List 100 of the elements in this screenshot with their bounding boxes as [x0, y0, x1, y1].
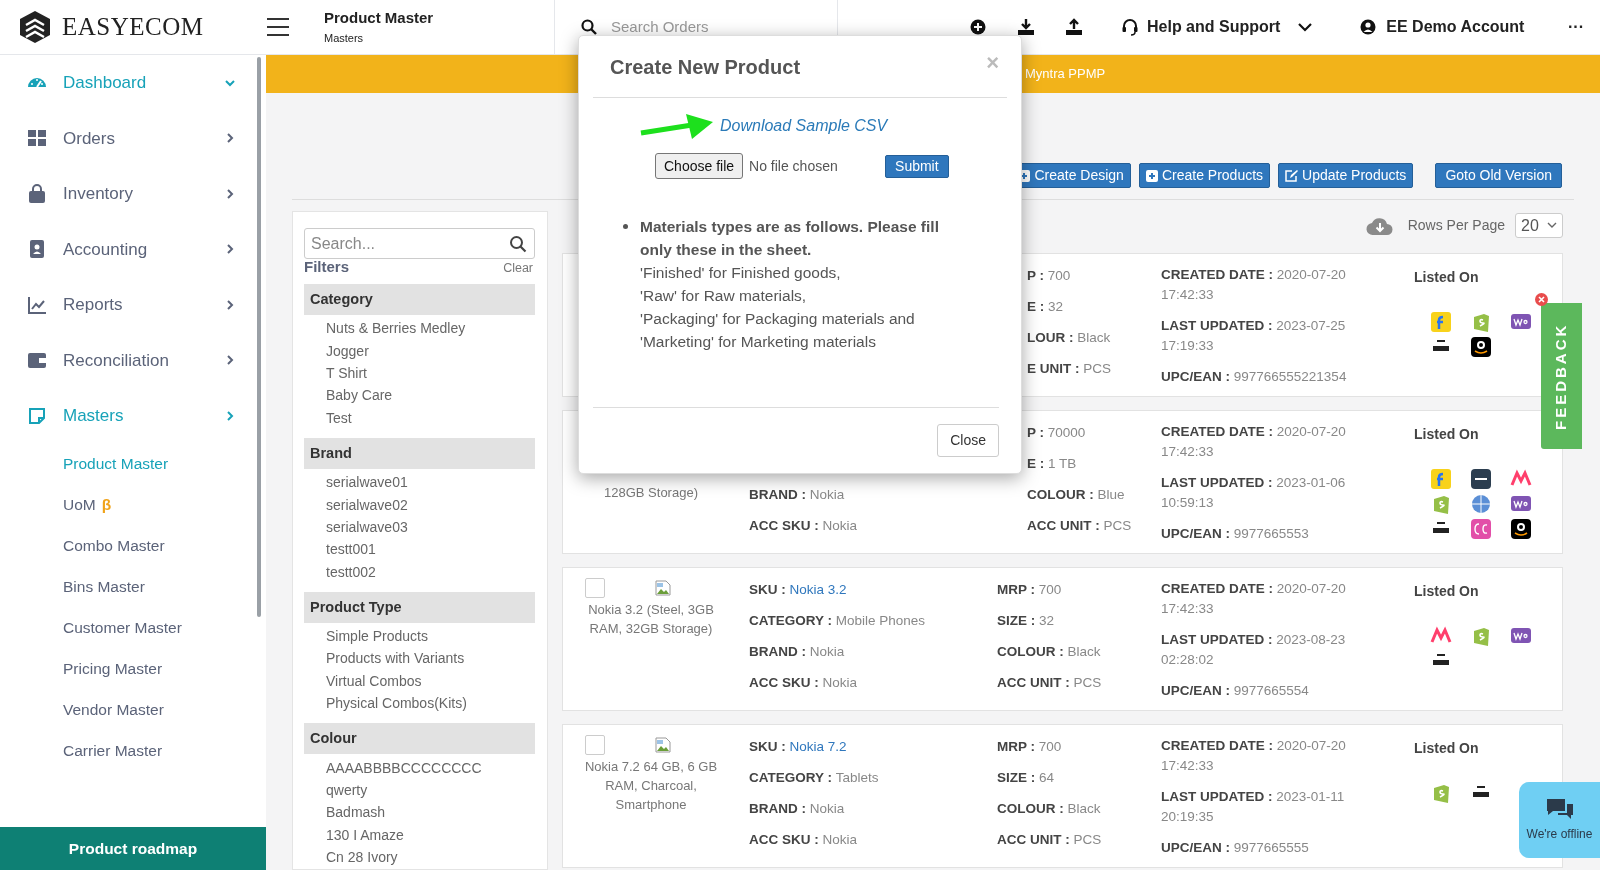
cloud-download-icon[interactable]: [1365, 215, 1394, 236]
field-text: CREATED DATE : 2020-07-20 17:42:33: [1161, 580, 1347, 618]
field-text: ACC UNIT : PCS: [1026, 517, 1133, 535]
upload-icon[interactable]: [1065, 18, 1083, 36]
chevron-right-icon: [224, 243, 236, 256]
sidebar-subitem[interactable]: Bins Master: [0, 566, 266, 608]
choose-file-button[interactable]: Choose file: [655, 153, 744, 179]
help-menu[interactable]: Help and Support: [1121, 15, 1313, 39]
field-text: ACC SKU : Nokia: [749, 831, 858, 849]
field-text: COLOUR : Black: [997, 800, 1102, 818]
filter-option[interactable]: 130 I Amaze: [326, 826, 404, 843]
filter-option[interactable]: testt001: [326, 541, 376, 558]
filter-option[interactable]: Jogger: [326, 342, 369, 359]
listed-on-label: Listed On: [1414, 425, 1480, 444]
listed-on-label: Listed On: [1414, 739, 1480, 758]
sidebar-item[interactable]: Inventory: [0, 166, 266, 222]
toolbar-button[interactable]: Goto Old Version: [1435, 163, 1562, 188]
filter-option[interactable]: qwerty: [326, 782, 368, 799]
close-icon[interactable]: [1535, 293, 1548, 306]
sidebar-subitem[interactable]: Carrier Master: [0, 730, 266, 772]
clear-link[interactable]: Clear: [503, 259, 533, 278]
sidebar-item[interactable]: Accounting: [0, 221, 266, 277]
field-text: LOUR : Black: [1026, 329, 1112, 347]
filter-option[interactable]: serialwave02: [326, 496, 408, 513]
download-link[interactable]: Download Sample CSV: [720, 114, 888, 138]
filter-group-header[interactable]: Category: [304, 284, 535, 315]
sidebar-item[interactable]: Masters: [0, 388, 266, 444]
field-text: LAST UPDATED : 2023-08-23 02:28:02: [1161, 631, 1347, 669]
sidebar-subitem[interactable]: Combo Master: [0, 525, 266, 567]
field-text: COLOUR : Blue: [1026, 486, 1126, 504]
marketplace-logo-icon: [1470, 335, 1492, 358]
filter-option[interactable]: serialwave03: [326, 518, 408, 535]
marketplace-logo-icon: [1470, 467, 1492, 490]
filter-group-header[interactable]: Product Type: [304, 591, 535, 623]
filter-option[interactable]: Badmash: [326, 804, 386, 821]
field-text: UPC/EAN : 9977665554: [1161, 682, 1310, 700]
search-field[interactable]: Search Orders: [611, 15, 811, 39]
breadcrumb: Masters: [324, 31, 365, 46]
note-icon: [27, 405, 47, 426]
field-text: UPC/EAN : 997766555221354: [1161, 368, 1348, 386]
sidebar-subitem[interactable]: UoM β: [0, 484, 266, 526]
field-text: E UNIT : PCS: [1026, 360, 1112, 378]
sidebar-subitem[interactable]: Pricing Master: [0, 648, 266, 690]
sidebar-item[interactable]: Dashboard: [0, 55, 266, 111]
filter-option[interactable]: Test: [326, 409, 352, 426]
filter-option[interactable]: testt002: [326, 563, 376, 580]
checkbox[interactable]: [585, 578, 605, 598]
filter-option[interactable]: AAAABBBBCCCCCCCC: [326, 759, 482, 776]
chevron-down-icon: [1547, 222, 1557, 229]
toolbar-button[interactable]: Create Products: [1138, 163, 1271, 188]
field-text: P : 700: [1026, 267, 1072, 285]
more-button[interactable]: ···: [1568, 15, 1584, 39]
field-text: SIZE : 64: [997, 769, 1056, 787]
account-menu[interactable]: EE Demo Account: [1360, 15, 1525, 39]
sku-link[interactable]: SKU : Nokia 7.2: [749, 731, 997, 762]
search-icon[interactable]: [509, 235, 527, 253]
note-text: Materials types are as follows. Please fill only these in the sheet.: [640, 217, 940, 260]
marketplace-logo-icon: [1430, 310, 1452, 333]
toolbar-button[interactable]: Update Products: [1278, 163, 1414, 188]
filter-group-header[interactable]: Colour: [304, 723, 535, 755]
filter-option[interactable]: Baby Care: [326, 387, 393, 404]
download-icon[interactable]: [1017, 18, 1035, 36]
field-text: BRAND : Nokia: [749, 643, 846, 661]
add-icon[interactable]: [970, 19, 986, 35]
filter-group-header[interactable]: Brand: [304, 437, 535, 469]
sidebar-subitem[interactable]: Vendor Master: [0, 689, 266, 731]
close-button[interactable]: Close: [937, 424, 999, 457]
edit-icon: [1285, 169, 1299, 182]
filter-option[interactable]: serialwave01: [326, 474, 408, 491]
note-text: 'Finished' for Finished goods,: [640, 263, 842, 283]
sidebar-item[interactable]: Reconciliation: [0, 332, 266, 388]
sidebar-subitem[interactable]: Product Master: [0, 443, 266, 485]
submit-button[interactable]: Submit: [885, 154, 949, 178]
filter-option[interactable]: Physical Combos(Kits): [326, 695, 467, 712]
sidebar-item[interactable]: Reports: [0, 277, 266, 333]
field-text: CATEGORY : Mobile Phones: [749, 612, 927, 630]
field-text: UPC/EAN : 9977665553: [1161, 525, 1310, 543]
checkbox[interactable]: [585, 735, 605, 755]
sku-link[interactable]: SKU : Nokia 3.2: [749, 574, 997, 605]
field-text: MRP : 700: [997, 738, 1063, 756]
chat-widget[interactable]: We're offline: [1519, 782, 1600, 858]
filter-option[interactable]: Cn 28 Ivory: [326, 849, 398, 866]
roadmap-button[interactable]: Product roadmap: [0, 827, 266, 870]
rows-per-page-select[interactable]: 20: [1515, 213, 1563, 238]
filter-option[interactable]: Virtual Combos: [326, 672, 422, 689]
filter-option[interactable]: Products with Variants: [326, 650, 465, 667]
menu-icon[interactable]: [266, 17, 290, 37]
field-text: E : 1 TB: [1026, 455, 1078, 473]
sidebar-item[interactable]: Orders: [0, 110, 266, 166]
sidebar-subitem[interactable]: Customer Master: [0, 607, 266, 649]
chevron-right-icon: [224, 409, 236, 422]
search-field[interactable]: Search...: [304, 228, 535, 259]
filter-option[interactable]: T Shirt: [326, 364, 367, 381]
field-text: CREATED DATE : 2020-07-20 17:42:33: [1161, 737, 1347, 775]
file-status: No file chosen: [749, 156, 839, 176]
badge-icon: [27, 239, 47, 260]
filter-option[interactable]: Simple Products: [326, 628, 428, 645]
marketplace-logo-icon: [1470, 492, 1492, 515]
filter-option[interactable]: Nuts & Berries Medley: [326, 320, 466, 337]
scrollbar[interactable]: [257, 57, 261, 617]
